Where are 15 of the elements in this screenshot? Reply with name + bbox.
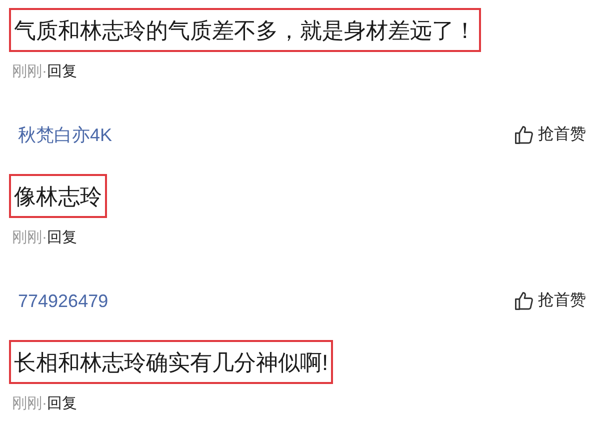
like-button[interactable]: 抢首赞 (513, 289, 586, 313)
username[interactable]: 774926479 (9, 288, 108, 314)
reply-link[interactable]: 回复 (47, 392, 77, 416)
like-button[interactable]: 抢首赞 (513, 123, 586, 147)
username[interactable]: 秋梵白亦4K (9, 122, 112, 148)
timestamp: 刚刚· (12, 228, 47, 248)
thumbs-up-icon (513, 124, 535, 146)
reply-link[interactable]: 回复 (47, 60, 77, 84)
comment-text: 气质和林志玲的气质差不多，就是身材差远了！ (9, 8, 481, 52)
reply-link[interactable]: 回复 (47, 226, 77, 250)
timestamp: 刚刚· (12, 394, 47, 414)
timestamp: 刚刚· (12, 62, 47, 82)
thumbs-up-icon (513, 290, 535, 312)
comment-text: 像林志玲 (9, 174, 107, 218)
comment-text: 长相和林志玲确实有几分神似啊! (9, 340, 334, 384)
